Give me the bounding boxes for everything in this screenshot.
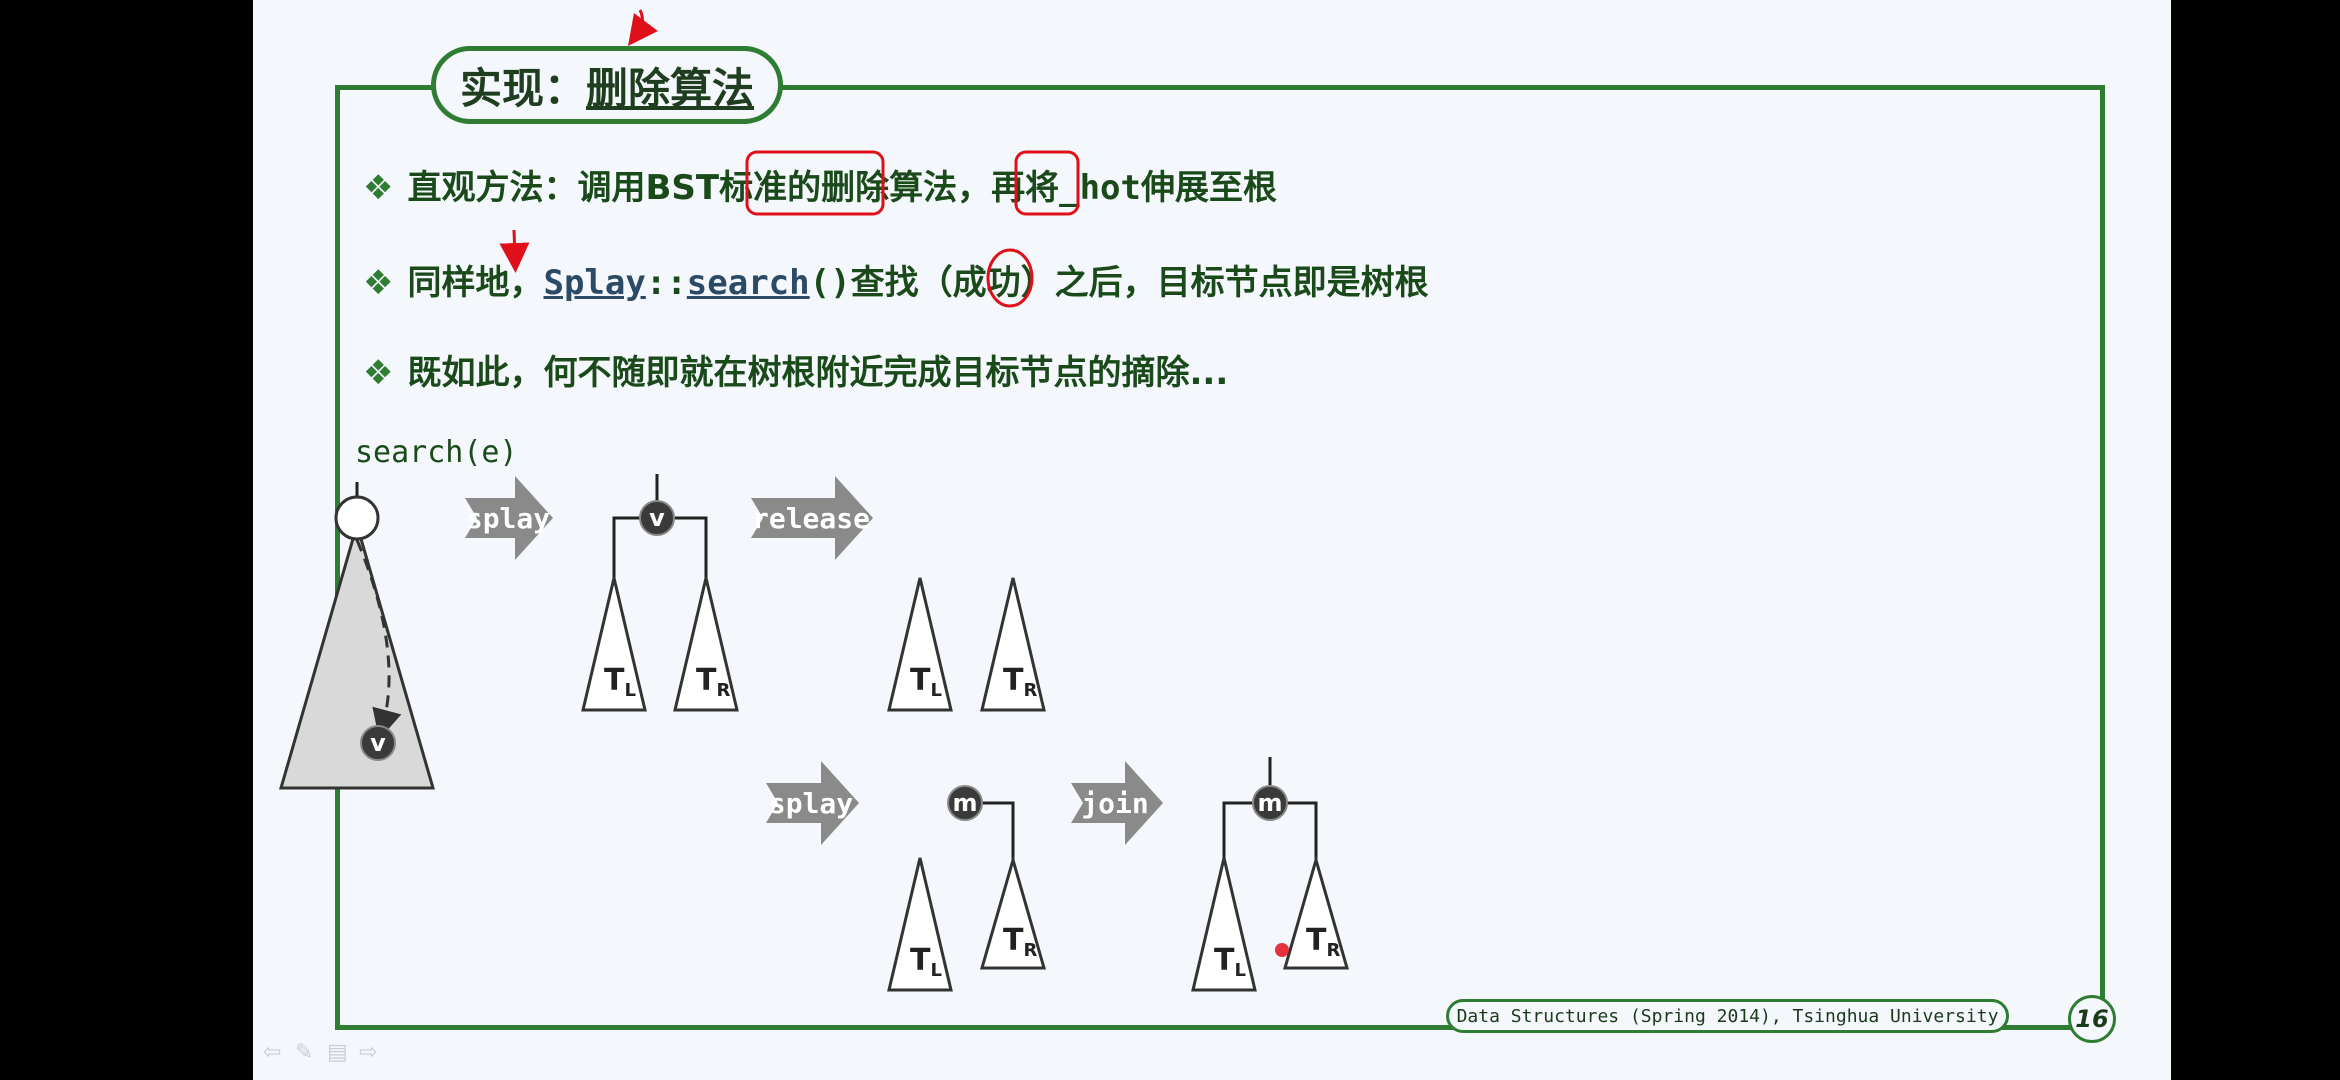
arrow-splay-2: splay [766,761,859,845]
search-tree-triangle [279,519,435,790]
svg-text:release: release [752,502,870,535]
forward-arrow-icon[interactable]: ⇨ [359,1040,377,1065]
arrow-release: release [751,476,873,560]
footer-course: Data Structures (Spring 2014), Tsinghua … [1446,999,2009,1033]
pen-icon[interactable]: ✎ [295,1040,313,1065]
search-label: search(e) [355,435,518,470]
back-arrow-icon[interactable]: ⇦ [263,1040,281,1065]
arrow-join: join [1071,761,1163,845]
slide: 实现： 删除算法 ❖ 直观方法：调用BST标准的删除算法，再将_hot伸展至根 ❖ 同… [253,0,2171,1080]
pointer-dot [1275,943,1289,957]
svg-text:splay: splay [769,787,853,820]
svg-text:splay: splay [466,502,550,535]
annotation-box-hot [1014,150,1080,216]
svg-text:m: m [952,789,977,817]
annotations [499,9,1080,308]
menu-icon[interactable]: ▤ [327,1040,348,1065]
annotation-arrow-search [499,229,530,273]
svg-text:v: v [370,729,386,757]
annotation-circle-shu [986,248,1034,308]
svg-text:m: m [1257,789,1282,817]
splay-delete-diagram: search(e) v splay release splay join v m… [279,9,1349,992]
search-root-node [334,495,380,541]
annotation-arrow-top [628,9,658,47]
annotation-box-standard [745,150,885,216]
svg-text:join: join [1081,787,1148,820]
page-number: 16 [2068,995,2116,1043]
svg-text:v: v [649,504,665,532]
arrow-splay-1: splay [465,476,553,560]
